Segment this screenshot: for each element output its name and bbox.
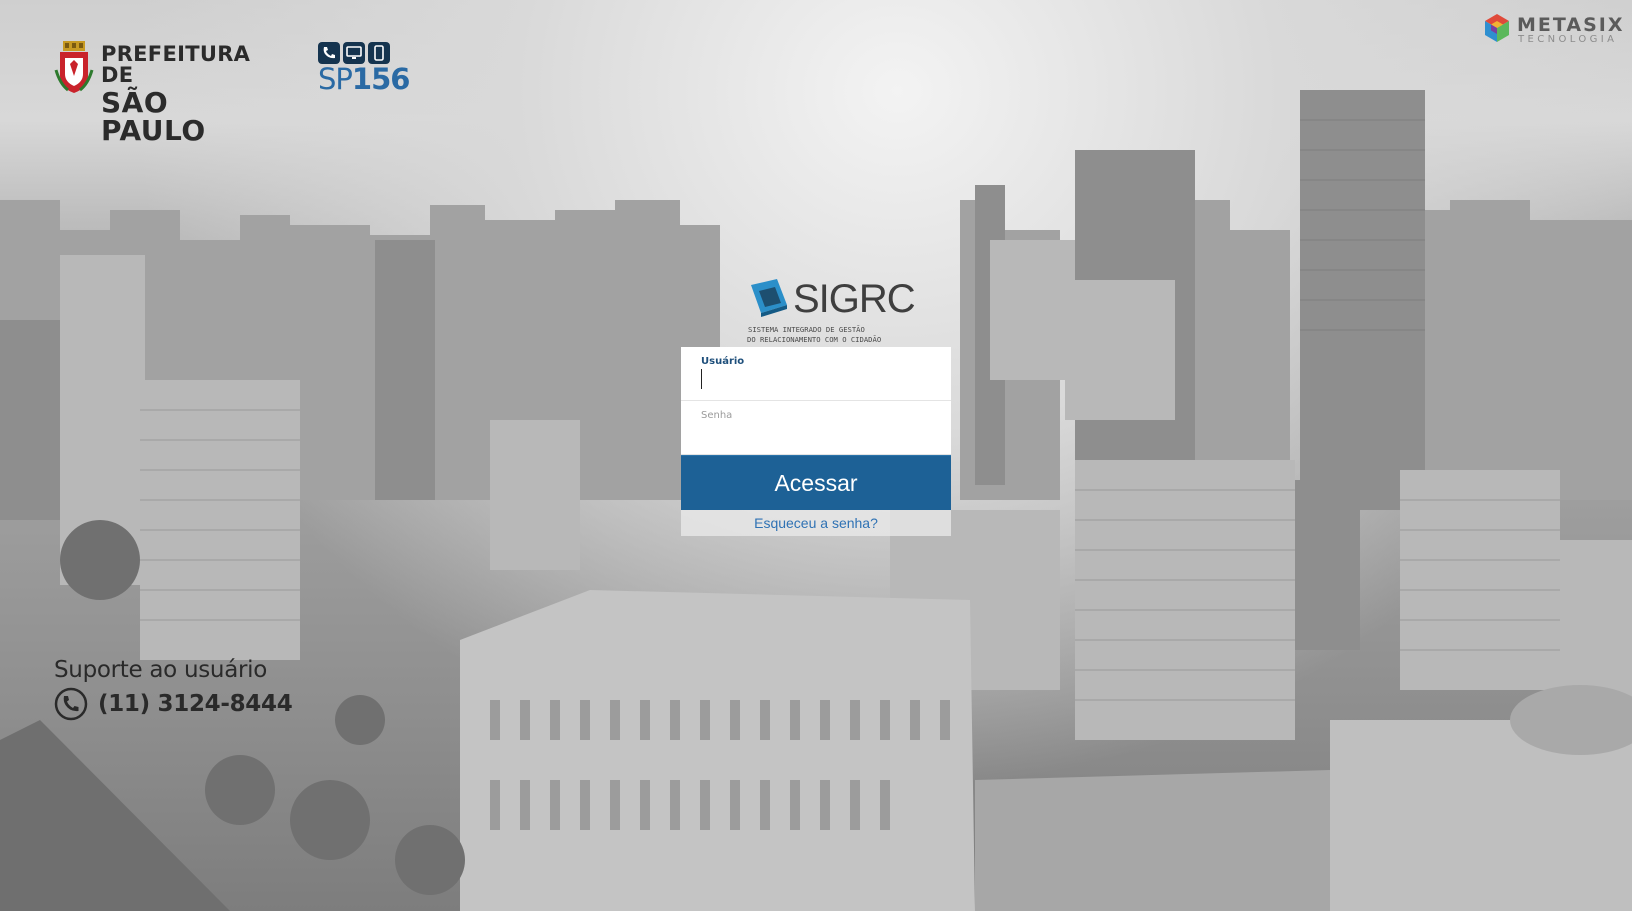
sigrc-logo: SIGRC SISTEMA INTEGRADO DE GESTÃO DO REL… [743, 277, 916, 345]
prefeitura-text: PREFEITURA DE SÃO PAULO [101, 44, 276, 145]
metasix-logo: METASIX TECNOLOGIA [1481, 12, 1625, 46]
support-phone-row: (11) 3124-8444 [54, 687, 294, 721]
text-caret [701, 369, 702, 389]
sp156-prefix: SP [318, 62, 353, 96]
prefeitura-line2: SÃO PAULO [101, 86, 206, 147]
username-field[interactable]: Usuário [681, 347, 951, 401]
password-field[interactable]: Senha [681, 401, 951, 455]
phone-icon [318, 42, 340, 64]
login-form: Usuário Senha Acessar Esqueceu a senha? [681, 347, 951, 537]
support-phone-icon [54, 687, 88, 721]
support-info: Suporte ao usuário (11) 3124-8444 [54, 657, 294, 721]
sp156-text: SP156 [318, 62, 410, 96]
sigrc-name: SIGRC [793, 277, 916, 321]
crest-icon [54, 41, 94, 93]
support-title: Suporte ao usuário [54, 657, 268, 683]
sp156-number: 156 [351, 62, 411, 96]
login-button[interactable]: Acessar [681, 455, 951, 510]
username-input[interactable] [701, 370, 931, 390]
sp156-logo: SP156 [318, 42, 410, 102]
metasix-name: METASIX [1517, 14, 1625, 36]
monitor-icon [343, 42, 365, 64]
username-label: Usuário [701, 356, 745, 367]
sigrc-cube-icon [751, 279, 787, 317]
mobile-icon [368, 42, 390, 64]
password-label: Senha [701, 410, 733, 421]
password-input[interactable] [701, 424, 931, 444]
sigrc-subtitle-line1: SISTEMA INTEGRADO DE GESTÃO [748, 325, 865, 334]
prefeitura-line1: PREFEITURA DE [101, 42, 251, 87]
sp156-icons [318, 42, 394, 64]
forgot-password-link[interactable]: Esqueceu a senha? [681, 510, 951, 536]
prefeitura-logo: PREFEITURA DE SÃO PAULO [54, 40, 276, 145]
sigrc-subtitle-line2: DO RELACIONAMENTO COM O CIDADÃO [747, 335, 882, 344]
metasix-cube-icon [1485, 14, 1509, 42]
metasix-subtitle: TECNOLOGIA [1518, 34, 1618, 45]
support-phone-number: (11) 3124-8444 [98, 691, 293, 717]
